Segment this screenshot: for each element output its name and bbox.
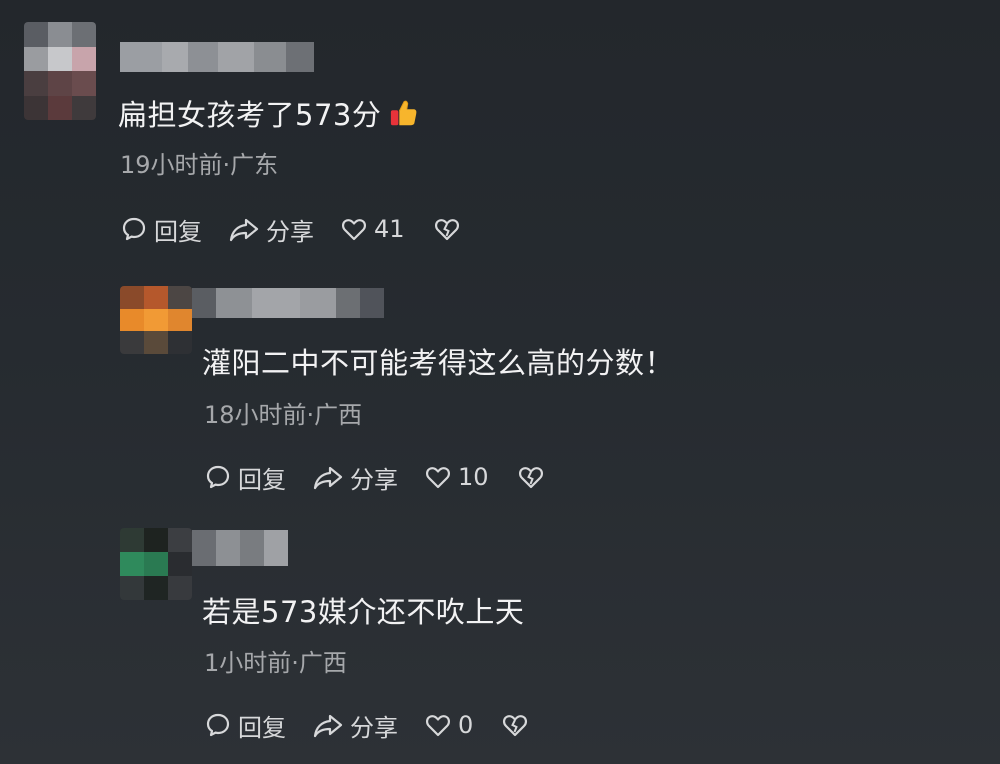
like-button[interactable]: 41 [340, 215, 405, 243]
broken-heart-icon [434, 219, 459, 241]
share-button[interactable]: 分享 [228, 212, 314, 247]
comment-text-label: 灌阳二中不可能考得这么高的分数！ [202, 346, 675, 380]
comment-text: 若是573媒介还不吹上天 [202, 594, 524, 630]
comment-1: 扁担女孩考了573分 19小时前·广东 回复 分享 41 [0, 0, 1000, 260]
reply-label: 回复 [154, 217, 202, 246]
comment-meta: 1小时前·广西 [204, 649, 347, 677]
dislike-button[interactable] [433, 215, 461, 243]
share-arrow-icon [313, 714, 343, 738]
dislike-button[interactable] [517, 463, 545, 491]
avatar[interactable] [120, 286, 192, 354]
comment-actions: 回复 分享 41 [120, 212, 461, 246]
comment-text: 灌阳二中不可能考得这么高的分数！ [202, 345, 674, 381]
comment-bubble-icon [206, 465, 230, 489]
comment-meta: 18小时前·广西 [204, 401, 363, 429]
share-arrow-icon [229, 218, 259, 242]
comment-text-label: 扁担女孩考了573分 [118, 98, 382, 132]
share-label: 分享 [350, 465, 398, 494]
avatar[interactable] [120, 528, 192, 600]
share-arrow-icon [313, 466, 343, 490]
share-button[interactable]: 分享 [312, 460, 398, 495]
comment-text-label: 若是573媒介还不吹上天 [202, 595, 525, 629]
reply-label: 回复 [238, 713, 286, 742]
like-count: 10 [458, 463, 489, 491]
broken-heart-icon [518, 467, 543, 489]
thumbs-up-icon [391, 100, 417, 126]
reply-label: 回复 [238, 465, 286, 494]
like-button[interactable]: 10 [424, 463, 489, 491]
reply-button[interactable]: 回复 [120, 212, 202, 247]
comment-actions: 回复 分享 10 [204, 460, 545, 494]
comment-bubble-icon [206, 713, 230, 737]
like-count: 41 [374, 215, 405, 243]
heart-icon [426, 715, 450, 737]
comment-actions: 回复 分享 0 [204, 708, 529, 742]
heart-icon [342, 219, 366, 241]
reply-button[interactable]: 回复 [204, 460, 286, 495]
share-label: 分享 [350, 713, 398, 742]
username-blurred[interactable] [192, 530, 288, 566]
dislike-button[interactable] [501, 711, 529, 739]
heart-icon [426, 467, 450, 489]
comment-2: 灌阳二中不可能考得这么高的分数！ 18小时前·广西 回复 分享 10 [0, 260, 1000, 510]
broken-heart-icon [503, 715, 528, 737]
username-blurred[interactable] [192, 288, 384, 318]
comment-bubble-icon [122, 217, 146, 241]
avatar[interactable] [24, 22, 96, 120]
comment-text: 扁担女孩考了573分 [118, 97, 419, 133]
comment-3: 若是573媒介还不吹上天 1小时前·广西 回复 分享 0 [0, 510, 1000, 764]
like-button[interactable]: 0 [424, 711, 473, 739]
share-label: 分享 [266, 217, 314, 246]
share-button[interactable]: 分享 [312, 708, 398, 743]
username-blurred[interactable] [120, 42, 314, 72]
comment-meta: 19小时前·广东 [120, 151, 279, 179]
like-count: 0 [458, 711, 474, 739]
reply-button[interactable]: 回复 [204, 708, 286, 743]
